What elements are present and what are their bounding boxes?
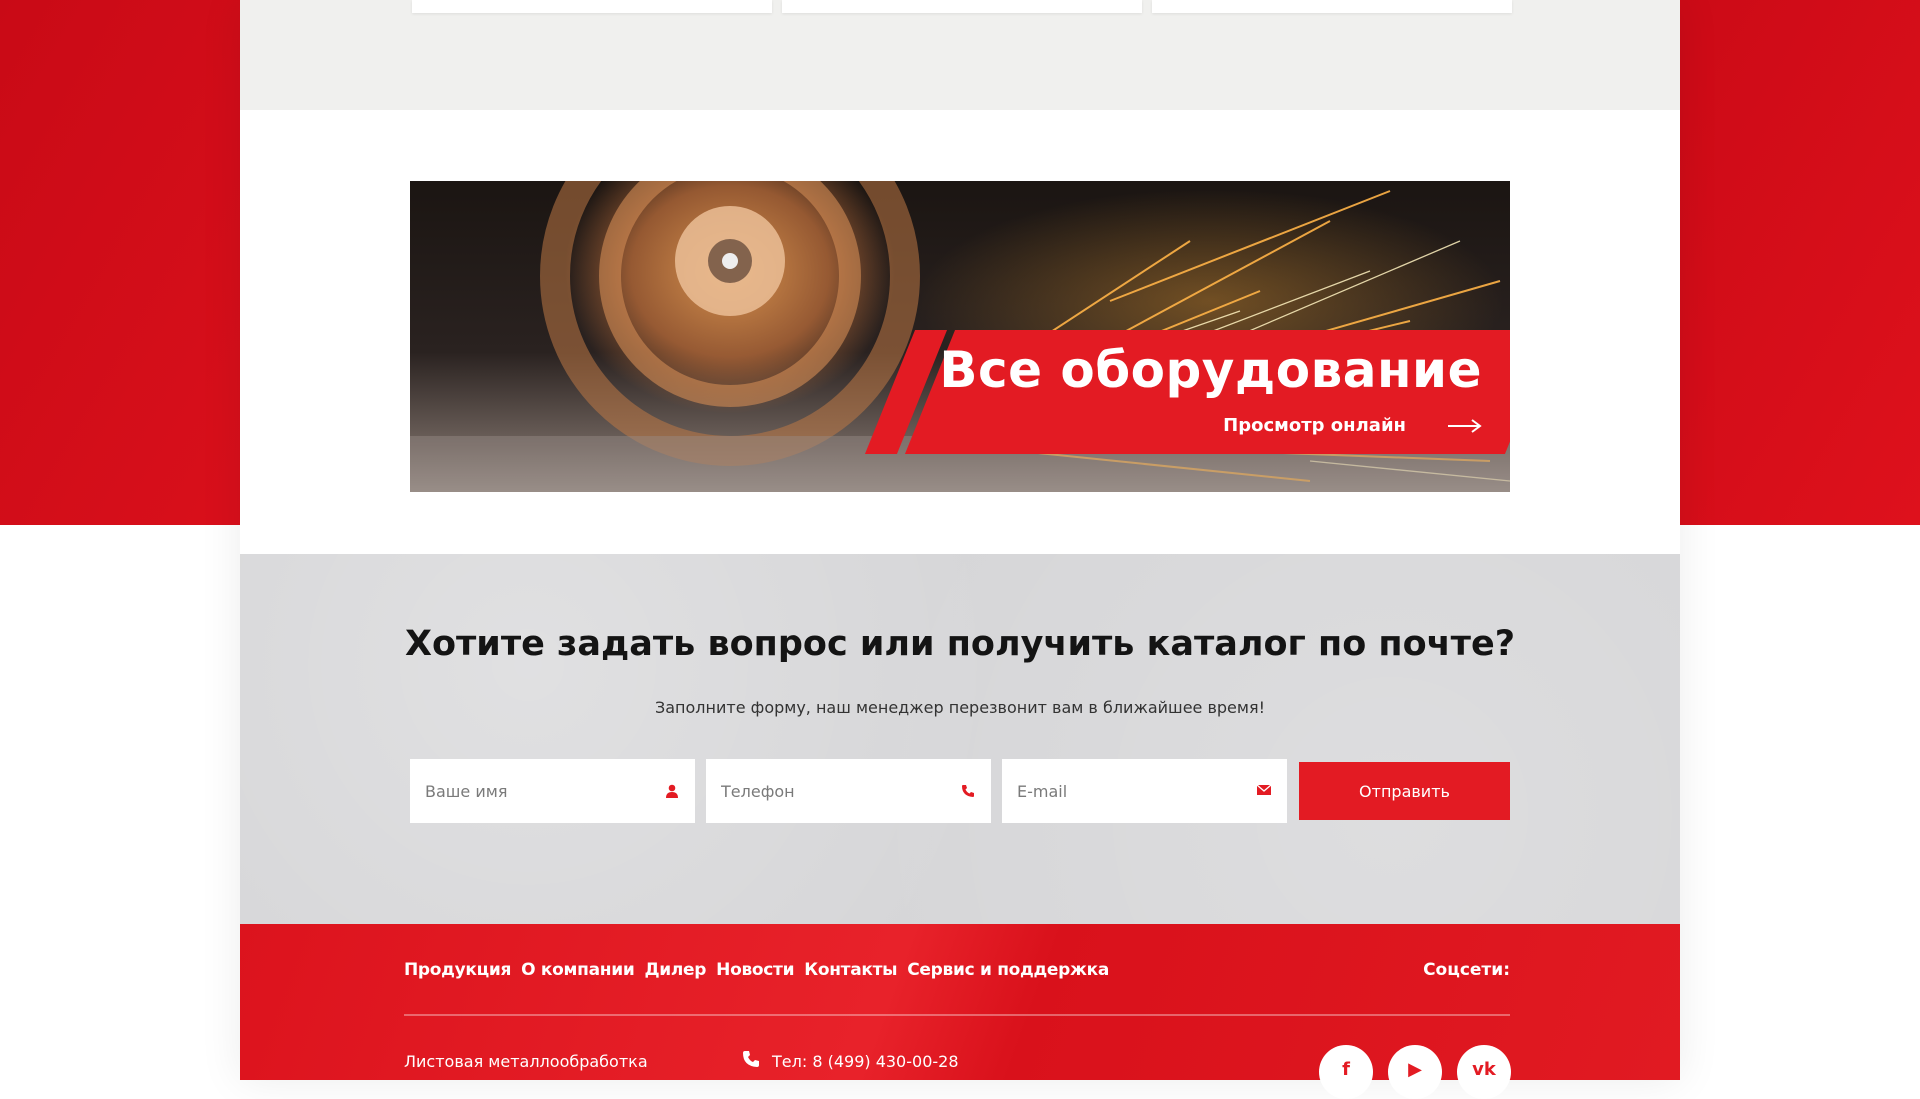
phone-icon (743, 1051, 759, 1067)
footer: Продукция О компании Дилер Новости Конта… (240, 924, 1680, 1099)
facebook-icon: f (1342, 1059, 1350, 1080)
name-field[interactable] (410, 759, 695, 823)
footer-divider (404, 1014, 1510, 1016)
contact-form-section: Хотите задать вопрос или получить катало… (240, 554, 1680, 924)
footer-link-news[interactable]: Новости (716, 960, 794, 980)
phone-icon (962, 785, 974, 797)
product-card[interactable] (782, 0, 1142, 13)
user-icon (666, 784, 678, 798)
youtube-button[interactable]: ▶ (1388, 1045, 1442, 1099)
footer-phone[interactable]: Тел: 8 (499) 430-00-28 (772, 1052, 959, 1071)
top-products-band (240, 0, 1680, 110)
vk-button[interactable]: vk (1457, 1045, 1511, 1099)
footer-link-about[interactable]: О компании (521, 960, 635, 980)
product-card[interactable] (1152, 0, 1512, 13)
page-container: Все оборудование Просмотр онлайн Хотите … (240, 0, 1680, 1099)
youtube-icon: ▶ (1408, 1059, 1422, 1080)
vk-icon: vk (1472, 1059, 1496, 1080)
arrow-right-icon[interactable] (1448, 419, 1482, 433)
submit-button[interactable]: Отправить (1299, 762, 1510, 820)
email-input[interactable] (1002, 759, 1287, 823)
facebook-button[interactable]: f (1319, 1045, 1373, 1099)
footer-service-text[interactable]: Листовая металлообработка (404, 1052, 648, 1071)
product-card[interactable] (412, 0, 772, 13)
footer-link-service[interactable]: Сервис и поддержка (907, 960, 1109, 980)
contact-title: Хотите задать вопрос или получить катало… (404, 624, 1516, 664)
envelope-icon (1257, 784, 1271, 795)
footer-link-products[interactable]: Продукция (404, 960, 511, 980)
footer-nav: Продукция О компании Дилер Новости Конта… (404, 960, 1109, 980)
banner-title: Все оборудование (939, 341, 1482, 399)
view-online-link[interactable]: Просмотр онлайн (1223, 415, 1406, 436)
footer-link-dealer[interactable]: Дилер (644, 960, 706, 980)
footer-link-contacts[interactable]: Контакты (804, 960, 897, 980)
social-label: Соцсети: (1423, 960, 1510, 980)
name-input[interactable] (410, 759, 695, 823)
contact-subtitle: Заполните форму, наш менеджер перезвонит… (654, 698, 1266, 717)
phone-field[interactable] (706, 759, 991, 823)
equipment-banner[interactable]: Все оборудование Просмотр онлайн (410, 181, 1510, 492)
phone-input[interactable] (706, 759, 991, 823)
email-field[interactable] (1002, 759, 1287, 823)
